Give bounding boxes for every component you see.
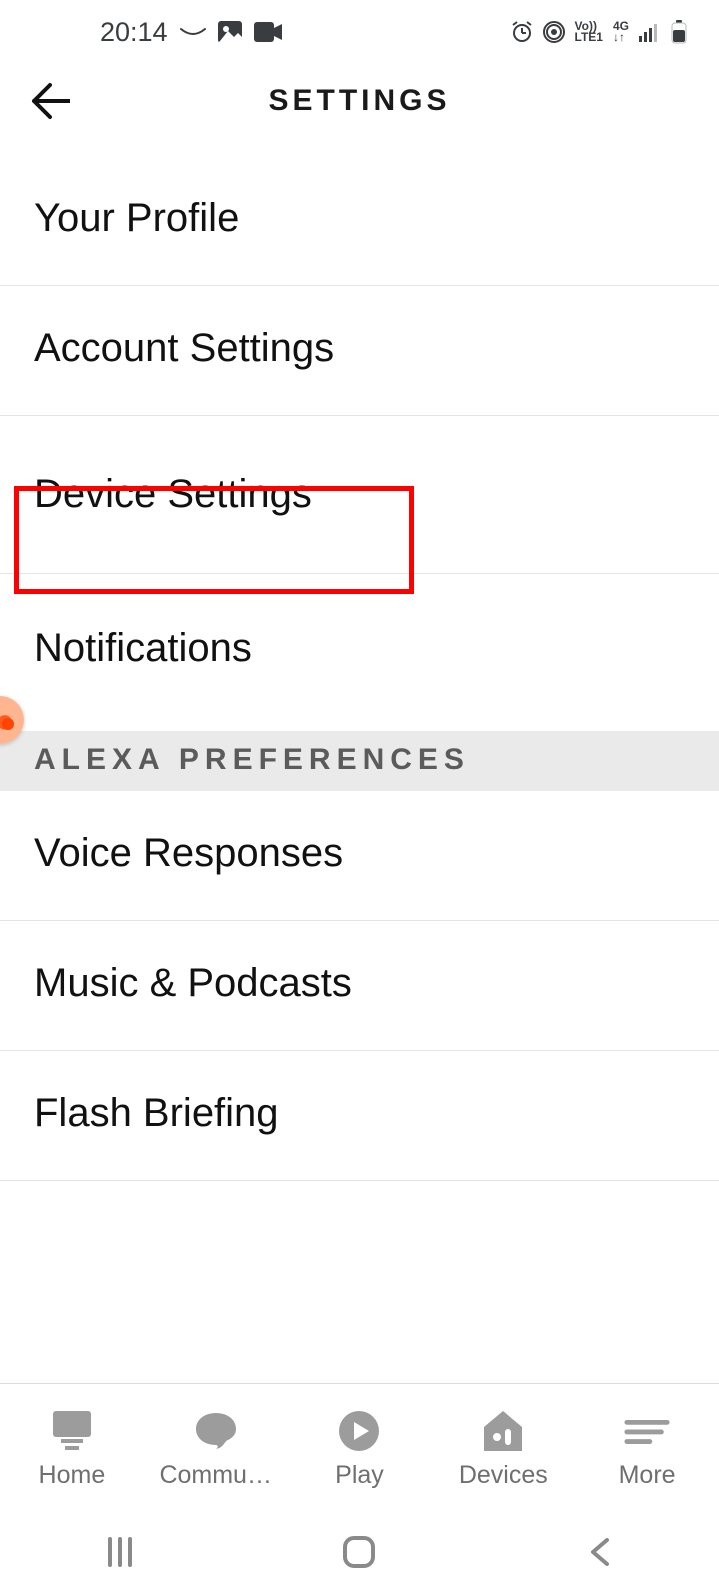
settings-item-label: Notifications xyxy=(34,626,252,670)
recents-icon xyxy=(104,1537,136,1567)
nav-communicate[interactable]: Commu… xyxy=(144,1384,288,1513)
nav-label: Play xyxy=(335,1461,384,1490)
page-title: SETTINGS xyxy=(0,84,719,118)
settings-item-label: Device Settings xyxy=(34,472,312,516)
sys-recents-button[interactable] xyxy=(90,1532,150,1572)
settings-item-label: Account Settings xyxy=(34,326,334,370)
nav-more[interactable]: More xyxy=(575,1384,719,1513)
status-right: Vo)) LTE1 4G ↓↑ xyxy=(511,20,687,44)
signal-icon xyxy=(639,22,661,42)
hotspot-icon xyxy=(543,21,565,43)
nav-label: Commu… xyxy=(159,1461,272,1490)
settings-item-flash-briefing[interactable]: Flash Briefing xyxy=(0,1051,719,1181)
chat-icon xyxy=(192,1407,240,1455)
app-header: SETTINGS xyxy=(0,66,719,136)
battery-icon xyxy=(671,20,687,44)
network-indicator: 4G ↓↑ xyxy=(613,21,629,43)
arrow-left-icon xyxy=(30,83,70,119)
home-icon xyxy=(48,1407,96,1455)
settings-item-your-profile[interactable]: Your Profile xyxy=(0,156,719,286)
video-icon xyxy=(254,22,282,42)
settings-item-label: Music & Podcasts xyxy=(34,961,352,1005)
settings-item-account-settings[interactable]: Account Settings xyxy=(0,286,719,416)
section-header-alexa-preferences: ALEXA PREFERENCES xyxy=(0,731,719,791)
status-bar: 20:14 Vo)) LTE1 4G ↓↑ xyxy=(0,0,719,56)
sys-home-button[interactable] xyxy=(329,1532,389,1572)
preferences-list: Voice Responses Music & Podcasts Flash B… xyxy=(0,791,719,1181)
volte-indicator: Vo)) LTE1 xyxy=(575,21,603,43)
back-button[interactable] xyxy=(20,71,80,131)
nav-devices[interactable]: Devices xyxy=(431,1384,575,1513)
nav-label: Devices xyxy=(459,1461,548,1490)
settings-item-voice-responses[interactable]: Voice Responses xyxy=(0,791,719,921)
status-time: 20:14 xyxy=(100,17,168,48)
chevron-left-icon xyxy=(587,1537,611,1567)
devices-icon xyxy=(479,1407,527,1455)
bottom-nav: Home Commu… Play Devices More xyxy=(0,1383,719,1513)
more-icon xyxy=(623,1407,671,1455)
sys-back-button[interactable] xyxy=(569,1532,629,1572)
settings-list: Your Profile Account Settings Device Set… xyxy=(0,156,719,731)
alarm-icon xyxy=(511,21,533,43)
settings-item-notifications[interactable]: Notifications xyxy=(0,574,719,731)
play-icon xyxy=(335,1407,383,1455)
settings-item-device-settings[interactable]: Device Settings xyxy=(0,416,719,574)
system-nav xyxy=(0,1513,719,1591)
settings-item-music-podcasts[interactable]: Music & Podcasts xyxy=(0,921,719,1051)
status-left: 20:14 xyxy=(100,17,282,48)
image-icon xyxy=(218,21,242,43)
nav-home[interactable]: Home xyxy=(0,1384,144,1513)
nav-label: More xyxy=(619,1461,676,1490)
nav-label: Home xyxy=(39,1461,106,1490)
amazon-swoosh-icon xyxy=(180,25,206,39)
settings-item-label: Your Profile xyxy=(34,196,239,240)
settings-item-label: Flash Briefing xyxy=(34,1091,279,1135)
nav-play[interactable]: Play xyxy=(288,1384,432,1513)
settings-item-label: Voice Responses xyxy=(34,831,343,875)
home-outline-icon xyxy=(342,1535,376,1569)
